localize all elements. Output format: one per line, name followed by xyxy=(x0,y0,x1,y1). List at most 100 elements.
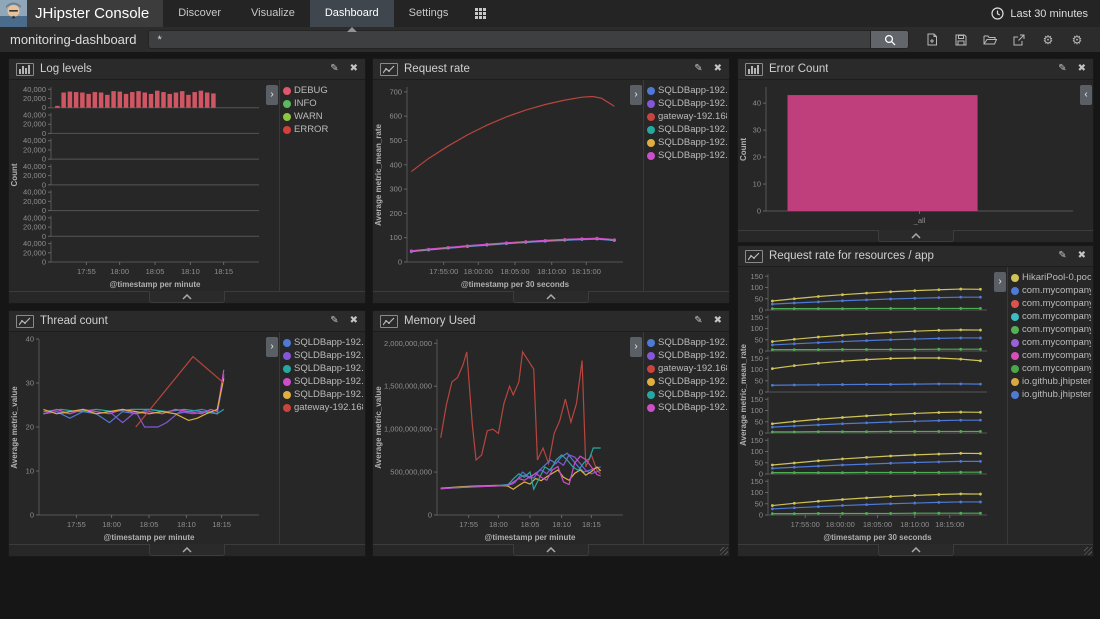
legend-item[interactable]: HikariPool-0.pool.Wait xyxy=(1011,271,1091,284)
svg-text:18:05: 18:05 xyxy=(140,520,159,529)
chart-memory-used[interactable]: 2,000,000,0001,500,000,0001,000,000,0005… xyxy=(373,332,629,544)
legend-item[interactable]: SQLDBapp-192.168.4... xyxy=(283,349,363,362)
remove-panel-icon[interactable]: ✖ xyxy=(714,316,722,326)
legend-item[interactable]: SQLDBapp-192.168.4... xyxy=(647,401,727,414)
legend-item[interactable]: SQLDBapp-192.168.4... xyxy=(647,336,727,349)
legend-item[interactable]: SQLDBapp-192.168.4... xyxy=(647,84,727,97)
chart-request-rate-resources[interactable]: 1501005001501005001501005001501005001501… xyxy=(738,267,993,544)
chart-thread-count[interactable]: 40302010017:5518:0018:0518:1018:15@times… xyxy=(9,332,265,544)
edit-panel-icon[interactable]: ✎ xyxy=(1058,64,1066,74)
share-icon[interactable] xyxy=(1012,33,1026,47)
legend-item[interactable]: io.github.jhipster.web.r... xyxy=(1011,375,1091,388)
legend-item[interactable]: DEBUG xyxy=(283,84,363,97)
legend-label: SQLDBapp-192.168.4... xyxy=(294,350,363,361)
brand[interactable]: JHipster Console xyxy=(0,0,163,27)
save-icon[interactable] xyxy=(954,33,968,47)
legend-item[interactable]: ERROR xyxy=(283,123,363,136)
svg-text:150: 150 xyxy=(750,436,763,445)
time-picker[interactable]: Last 30 minutes xyxy=(991,0,1100,27)
svg-text:20: 20 xyxy=(753,153,761,162)
new-document-icon[interactable] xyxy=(925,33,939,47)
legend-collapse-button[interactable]: › xyxy=(994,272,1006,292)
legend-collapse-button[interactable]: › xyxy=(266,337,278,357)
legend-item[interactable]: SQLDBapp-192.168.4... xyxy=(647,136,727,149)
edit-panel-icon[interactable]: ✎ xyxy=(694,316,702,326)
nav-discover[interactable]: Discover xyxy=(163,0,236,27)
options-gear-icon[interactable]: ⚙ xyxy=(1041,33,1055,47)
svg-text:30: 30 xyxy=(753,126,761,135)
nav-settings[interactable]: Settings xyxy=(394,0,464,27)
panel-collapse-button[interactable] xyxy=(878,544,954,556)
edit-panel-icon[interactable]: ✎ xyxy=(694,64,702,74)
panel-collapse-button[interactable] xyxy=(513,544,589,556)
legend-collapse-button[interactable]: › xyxy=(266,85,278,105)
legend-item[interactable]: WARN xyxy=(283,110,363,123)
resize-handle[interactable] xyxy=(720,547,728,555)
remove-panel-icon[interactable]: ✖ xyxy=(714,64,722,74)
search-button[interactable] xyxy=(871,30,909,49)
legend-item[interactable]: com.mycompany.myap... xyxy=(1011,336,1091,349)
legend-item[interactable]: com.mycompany.myap... xyxy=(1011,349,1091,362)
legend-item[interactable]: gateway-192.168.43.8:... xyxy=(647,362,727,375)
svg-text:40,000: 40,000 xyxy=(23,239,46,248)
legend-item[interactable]: SQLDBapp-192.168.4... xyxy=(283,362,363,375)
chart-request-rate[interactable]: 010020030040050060070017:55:0018:00:0018… xyxy=(373,80,629,291)
remove-panel-icon[interactable]: ✖ xyxy=(350,316,358,326)
legend-item[interactable]: SQLDBapp-192.168.4... xyxy=(647,349,727,362)
legend-item[interactable]: gateway-192.168.43.8:... xyxy=(283,401,363,414)
legend-item[interactable]: SQLDBapp-192.168.4... xyxy=(283,336,363,349)
svg-text:100: 100 xyxy=(750,488,763,497)
panel-collapse-button[interactable] xyxy=(149,544,225,556)
legend-item[interactable]: io.github.jhipster.web.r... xyxy=(1011,388,1091,401)
legend-item[interactable]: SQLDBapp-192.168.4... xyxy=(283,375,363,388)
legend-item[interactable]: SQLDBapp-192.168.4... xyxy=(647,388,727,401)
active-tab-caret xyxy=(347,27,357,32)
legend-item[interactable]: com.mycompany.myap... xyxy=(1011,362,1091,375)
legend-collapse-button[interactable]: › xyxy=(630,85,642,105)
legend-collapse-button[interactable]: › xyxy=(630,337,642,357)
svg-text:20: 20 xyxy=(26,423,34,432)
remove-panel-icon[interactable]: ✖ xyxy=(1078,64,1086,74)
legend-item[interactable]: SQLDBapp-192.168.4... xyxy=(647,149,727,162)
legend-item[interactable]: SQLDBapp-192.168.4... xyxy=(647,375,727,388)
remove-panel-icon[interactable]: ✖ xyxy=(350,64,358,74)
svg-text:500,000,000: 500,000,000 xyxy=(390,468,432,477)
jhipster-logo xyxy=(0,0,27,27)
legend-item[interactable]: SQLDBapp-192.168.4... xyxy=(647,123,727,136)
legend-item[interactable]: INFO xyxy=(283,97,363,110)
legend: SQLDBapp-192.168.4...SQLDBapp-192.168.4.… xyxy=(643,80,729,291)
svg-text:150: 150 xyxy=(750,272,763,281)
panel-collapse-button[interactable] xyxy=(513,291,589,303)
legend-item[interactable]: com.mycompany.myap... xyxy=(1011,323,1091,336)
legend-item[interactable]: com.mycompany.myap... xyxy=(1011,297,1091,310)
legend-item[interactable]: gateway-192.168.43.8:... xyxy=(647,110,727,123)
search-input[interactable] xyxy=(148,30,871,49)
nav-visualize[interactable]: Visualize xyxy=(236,0,310,27)
svg-text:10: 10 xyxy=(753,180,761,189)
panel-collapse-button[interactable] xyxy=(149,291,225,303)
resize-handle[interactable] xyxy=(1084,547,1092,555)
legend-expand-button[interactable]: ‹ xyxy=(1080,85,1092,105)
panel-header: Memory Used ✎ ✖ xyxy=(373,311,729,332)
filter-gear-icon[interactable]: ⚙ xyxy=(1070,33,1084,47)
edit-panel-icon[interactable]: ✎ xyxy=(330,316,338,326)
nav-dashboard[interactable]: Dashboard xyxy=(310,0,394,27)
panel-collapse-button[interactable] xyxy=(878,230,954,242)
remove-panel-icon[interactable]: ✖ xyxy=(1078,251,1086,261)
panel-header: Error Count ✎ ✖ xyxy=(738,59,1093,80)
legend-label: com.mycompany.myap... xyxy=(1022,324,1091,335)
legend-item[interactable]: com.mycompany.myap... xyxy=(1011,284,1091,297)
open-folder-icon[interactable] xyxy=(983,33,997,47)
chart-log-levels[interactable]: 40,00020,000040,00020,000040,00020,00004… xyxy=(9,80,265,291)
svg-text:40,000: 40,000 xyxy=(23,136,46,145)
legend-item[interactable]: SQLDBapp-192.168.4... xyxy=(283,388,363,401)
legend-item[interactable]: SQLDBapp-192.168.4... xyxy=(647,97,727,110)
svg-text:Average metric_mean_rate: Average metric_mean_rate xyxy=(374,123,383,226)
edit-panel-icon[interactable]: ✎ xyxy=(1058,251,1066,261)
edit-panel-icon[interactable]: ✎ xyxy=(330,64,338,74)
apps-grid-icon[interactable] xyxy=(463,0,498,27)
search-icon xyxy=(884,34,896,46)
legend-item[interactable]: com.mycompany.myap... xyxy=(1011,310,1091,323)
chart-error-count[interactable]: 010203040_allCount xyxy=(738,80,1079,230)
legend-color-dot xyxy=(1011,339,1019,347)
